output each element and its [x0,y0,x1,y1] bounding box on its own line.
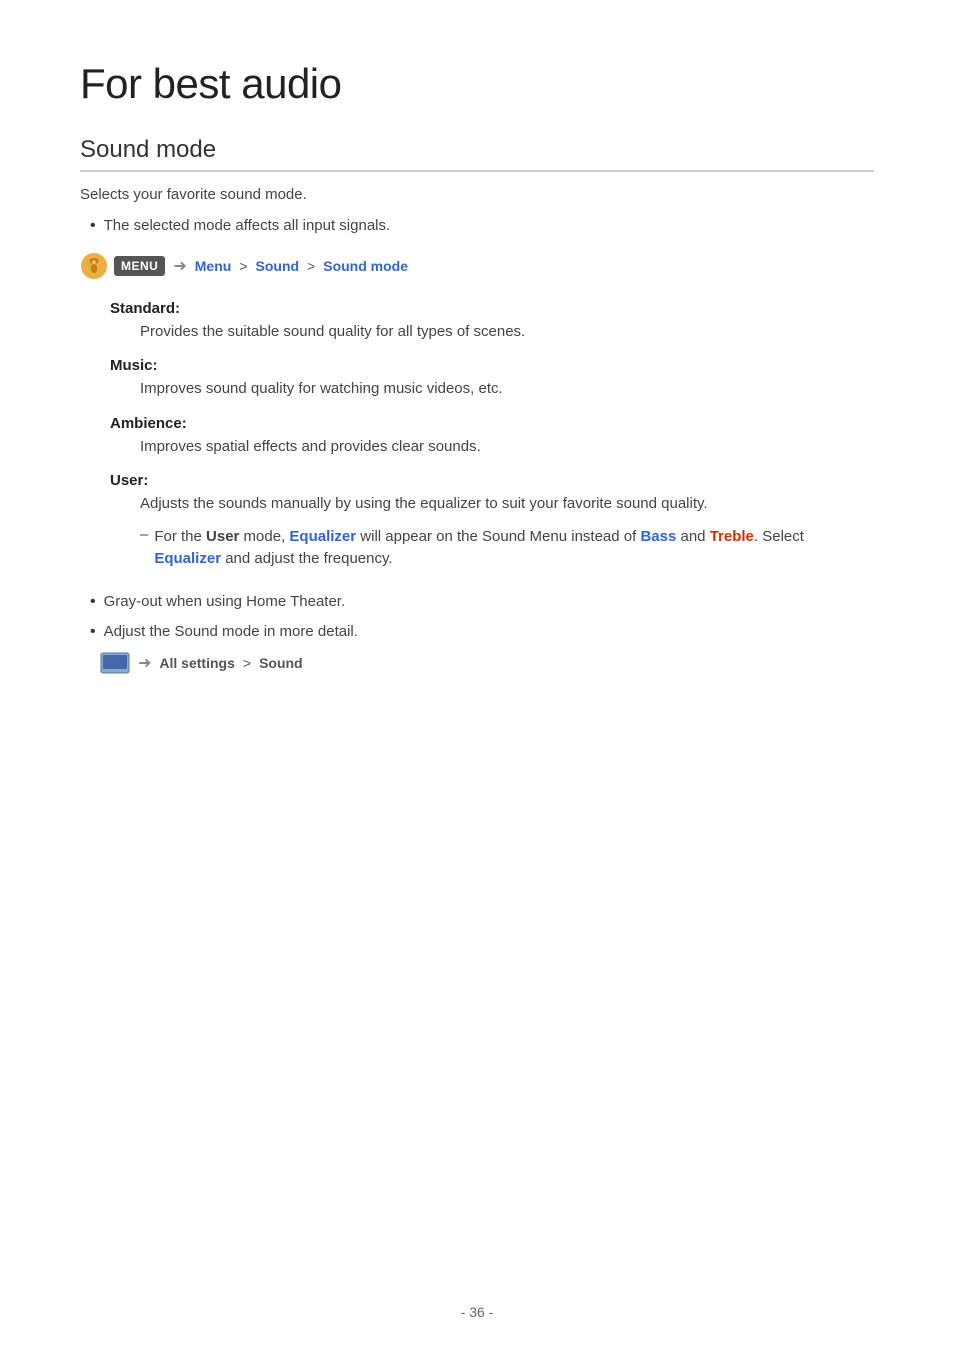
main-title: For best audio [80,60,874,108]
menu-path-menu: Menu [195,258,232,274]
bullet-dot-2: • [90,591,96,613]
menu-path-container: MENU ➜ Menu > Sound > Sound mode [80,252,874,280]
bottom-bullet-2: • Adjust the Sound mode in more detail. [80,621,874,644]
intro-text: Selects your favorite sound mode. [80,186,874,203]
settings-path-all-settings: All settings [159,655,234,671]
sub-note: – For the User mode, Equalizer will appe… [140,526,874,571]
term-standard-desc: Provides the suitable sound quality for … [140,321,874,344]
term-standard: Standard: Provides the suitable sound qu… [110,300,874,344]
section-heading: Sound mode [80,136,874,172]
bottom-bullet-text-2: Adjust the Sound mode in more detail. [104,621,358,644]
term-user-desc: Adjusts the sounds manually by using the… [140,493,874,516]
bottom-notes: • Gray-out when using Home Theater. • Ad… [80,591,874,674]
menu-path-sep1: > [239,258,247,274]
sub-note-text: For the User mode, Equalizer will appear… [154,526,874,571]
menu-arrow-icon: ➜ [173,256,186,276]
settings-arrow-icon: ➜ [138,653,151,673]
bullet-dot-3: • [90,621,96,643]
menu-badge: MENU [114,256,165,276]
settings-path-sound: Sound [259,655,303,671]
settings-path-container: ➜ All settings > Sound [100,652,874,674]
bullet-dot: • [90,215,96,237]
settings-path-sep: > [243,655,251,671]
bottom-bullet-text-1: Gray-out when using Home Theater. [104,591,346,614]
term-user: User: Adjusts the sounds manually by usi… [110,472,874,571]
term-standard-label: Standard: [110,300,874,317]
term-user-label: User: [110,472,874,489]
menu-path-sep2: > [307,258,315,274]
bullet-item-1: • The selected mode affects all input si… [80,215,874,238]
content-block: Standard: Provides the suitable sound qu… [110,300,874,571]
bottom-bullet-1: • Gray-out when using Home Theater. [80,591,874,614]
settings-icon [100,652,130,674]
term-ambience-label: Ambience: [110,415,874,432]
term-music: Music: Improves sound quality for watchi… [110,357,874,401]
menu-path-sound: Sound [256,258,300,274]
sub-note-dash: – [140,526,148,543]
menu-path-sound-mode: Sound mode [323,258,408,274]
page-footer: - 36 - [0,1304,954,1320]
term-music-desc: Improves sound quality for watching musi… [140,378,874,401]
remote-icon [80,252,108,280]
term-ambience: Ambience: Improves spatial effects and p… [110,415,874,459]
bullet-text-1: The selected mode affects all input sign… [104,215,391,238]
term-ambience-desc: Improves spatial effects and provides cl… [140,436,874,459]
term-music-label: Music: [110,357,874,374]
